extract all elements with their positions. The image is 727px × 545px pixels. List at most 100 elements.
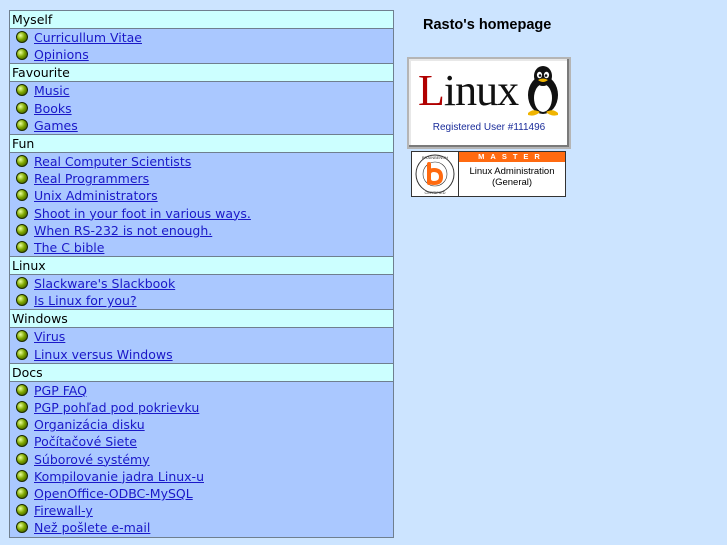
navigation-menu: Myself Curricullum Vitae Opinions Favour… xyxy=(9,10,394,538)
link-books[interactable]: Books xyxy=(34,101,72,116)
list-item: Games xyxy=(10,117,393,134)
bullet-icon xyxy=(16,504,28,517)
list-item: Unix Administrators xyxy=(10,187,393,204)
section-links: Music Books Games xyxy=(10,82,393,135)
bullet-icon xyxy=(16,401,28,413)
certification-name: Linux Administration (General) xyxy=(459,166,565,188)
link-unix-administrators[interactable]: Unix Administrators xyxy=(34,188,158,203)
section-header: Fun xyxy=(10,134,393,153)
registered-user-number: Registered User #111496 xyxy=(432,122,546,133)
link-music[interactable]: Music xyxy=(34,83,70,98)
bullet-icon xyxy=(16,172,28,185)
bullet-icon xyxy=(16,240,28,253)
link-organizacia-disku[interactable]: Organizácia disku xyxy=(34,417,145,432)
linux-logo-rest: inux xyxy=(443,66,519,115)
section-header: Docs xyxy=(10,363,393,382)
link-is-linux-for-you[interactable]: Is Linux for you? xyxy=(34,293,137,308)
list-item: When RS-232 is not enough. xyxy=(10,222,393,239)
menu-section-fun: Fun Real Computer Scientists Real Progra… xyxy=(10,134,393,258)
menu-section-docs: Docs PGP FAQ PGP pohľad pod pokrievku Or… xyxy=(10,363,393,538)
list-item: Počítačové Siete xyxy=(10,433,393,450)
link-nez-poslete-email[interactable]: Než pošlete e-mail xyxy=(34,520,150,535)
bullet-icon xyxy=(16,383,28,396)
menu-section-myself: Myself Curricullum Vitae Opinions xyxy=(10,11,393,65)
linux-logo: Linux xyxy=(418,66,519,115)
link-pocitacove-siete[interactable]: Počítačové Siete xyxy=(34,434,137,449)
list-item: The C bible xyxy=(10,239,393,256)
section-links: Real Computer Scientists Real Programmer… xyxy=(10,152,393,258)
link-pgp-faq[interactable]: PGP FAQ xyxy=(34,383,87,398)
link-suborove-systemy[interactable]: Súborové systémy xyxy=(34,452,150,467)
bullet-icon xyxy=(16,154,28,167)
section-header: Favourite xyxy=(10,64,393,83)
list-item: Opinions xyxy=(10,46,393,63)
list-item: Music xyxy=(10,82,393,99)
link-curricullum-vitae[interactable]: Curricullum Vitae xyxy=(34,30,142,45)
list-item: Organizácia disku xyxy=(10,416,393,433)
page-title: Rasto's homepage xyxy=(423,17,552,33)
link-firewall[interactable]: Firewall-y xyxy=(34,503,93,518)
bullet-icon xyxy=(16,330,28,343)
bullet-icon xyxy=(16,84,28,97)
menu-section-favourite: Favourite Music Books Games xyxy=(10,64,393,135)
brainbench-seal-icon: BRAINBENCH CERTIFIED xyxy=(415,152,459,196)
section-links: Slackware's Slackbook Is Linux for you? xyxy=(10,275,393,311)
bullet-icon xyxy=(16,521,28,534)
link-linux-versus-windows[interactable]: Linux versus Windows xyxy=(34,347,173,362)
svg-text:BRAINBENCH: BRAINBENCH xyxy=(422,155,448,160)
link-pgp-pohlad[interactable]: PGP pohľad pod pokrievku xyxy=(34,400,199,415)
link-opinions[interactable]: Opinions xyxy=(34,47,89,62)
link-real-computer-scientists[interactable]: Real Computer Scientists xyxy=(34,154,191,169)
list-item: Než pošlete e-mail xyxy=(10,519,393,536)
bullet-icon xyxy=(16,206,28,219)
link-kompilovanie-jadra[interactable]: Kompilovanie jadra Linux-u xyxy=(34,469,204,484)
section-header: Linux xyxy=(10,257,393,276)
list-item: Books xyxy=(10,100,393,117)
link-virus[interactable]: Virus xyxy=(34,329,65,344)
linux-logo-first-letter: L xyxy=(418,66,445,115)
bullet-icon xyxy=(16,118,28,131)
link-shoot-in-your-foot[interactable]: Shoot in your foot in various ways. xyxy=(34,206,251,221)
bullet-icon xyxy=(16,277,28,290)
list-item: Kompilovanie jadra Linux-u xyxy=(10,468,393,485)
section-links: PGP FAQ PGP pohľad pod pokrievku Organiz… xyxy=(10,381,393,538)
bullet-icon xyxy=(16,418,28,431)
section-links: Virus Linux versus Windows xyxy=(10,328,393,364)
list-item: Real Computer Scientists xyxy=(10,153,393,170)
section-header: Windows xyxy=(10,310,393,329)
bullet-icon xyxy=(16,223,28,236)
list-item: Virus xyxy=(10,328,393,345)
list-item: Firewall-y xyxy=(10,502,393,519)
list-item: Súborové systémy xyxy=(10,451,393,468)
link-real-programmers[interactable]: Real Programmers xyxy=(34,171,149,186)
menu-section-linux: Linux Slackware's Slackbook Is Linux for… xyxy=(10,257,393,311)
master-level-banner: MASTER xyxy=(459,152,565,162)
list-item: Curricullum Vitae xyxy=(10,29,393,46)
section-links: Curricullum Vitae Opinions xyxy=(10,29,393,65)
brainbench-certificate-badge[interactable]: BRAINBENCH CERTIFIED MASTER Linux Admini… xyxy=(411,151,566,197)
bullet-icon xyxy=(16,48,28,61)
tux-penguin-icon xyxy=(528,66,558,116)
link-rs-232[interactable]: When RS-232 is not enough. xyxy=(34,223,212,238)
certification-line-1: Linux Administration xyxy=(469,166,555,177)
link-c-bible[interactable]: The C bible xyxy=(34,240,104,255)
bullet-icon xyxy=(16,469,28,482)
link-games[interactable]: Games xyxy=(34,118,78,133)
section-header: Myself xyxy=(10,11,393,29)
bullet-icon xyxy=(16,189,28,202)
list-item: OpenOffice-ODBC-MySQL xyxy=(10,485,393,502)
bullet-icon xyxy=(16,31,28,43)
list-item: Real Programmers xyxy=(10,170,393,187)
list-item: Is Linux for you? xyxy=(10,292,393,309)
list-item: Linux versus Windows xyxy=(10,346,393,363)
bullet-icon xyxy=(16,452,28,465)
menu-section-windows: Windows Virus Linux versus Windows xyxy=(10,310,393,364)
list-item: Shoot in your foot in various ways. xyxy=(10,205,393,222)
link-openoffice-odbc-mysql[interactable]: OpenOffice-ODBC-MySQL xyxy=(34,486,193,501)
linux-counter-badge[interactable]: Linux Registered User #111496 xyxy=(407,57,571,149)
certification-line-2: (General) xyxy=(491,177,533,188)
link-slackbook[interactable]: Slackware's Slackbook xyxy=(34,276,175,291)
bullet-icon xyxy=(16,486,28,499)
bullet-icon xyxy=(16,435,28,448)
bullet-icon xyxy=(16,294,28,307)
